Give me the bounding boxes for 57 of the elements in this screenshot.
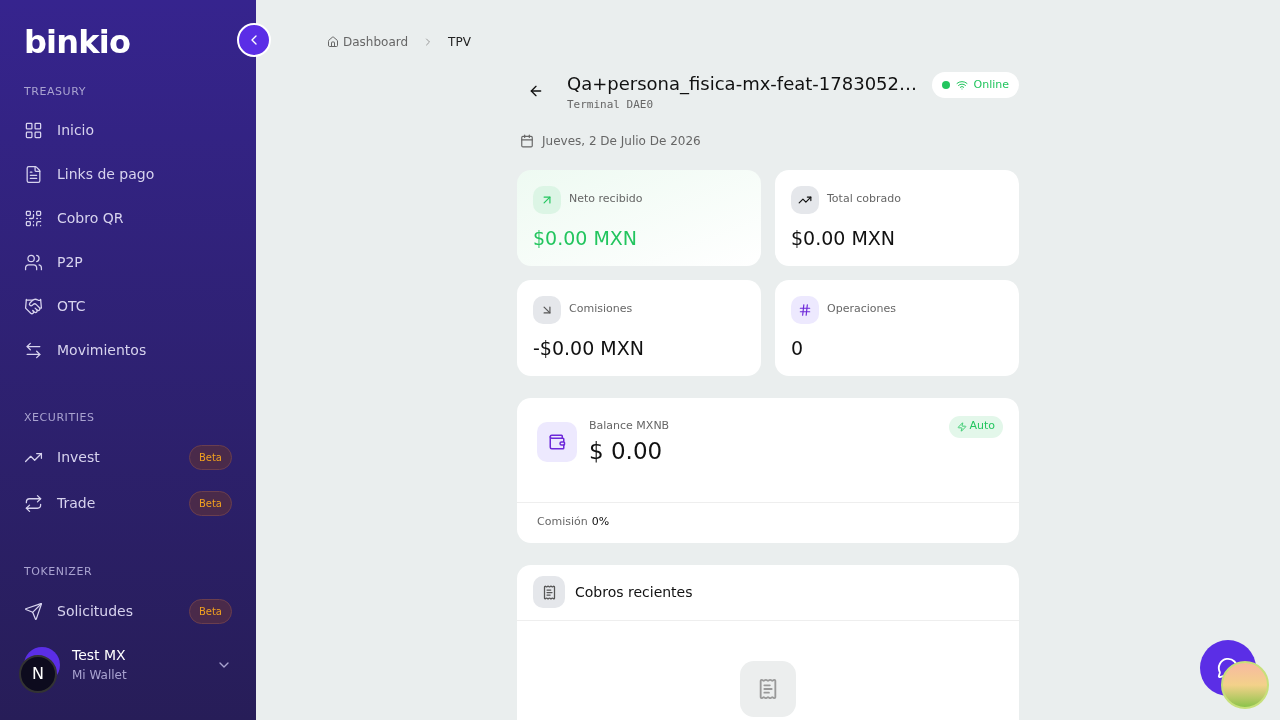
recent-title: Cobros recientes	[575, 582, 693, 602]
stat-value: -$0.00 MXN	[533, 335, 645, 361]
nav-item[interactable]: OTC	[24, 284, 232, 329]
stat-label: Comisiones	[569, 301, 633, 318]
nav-item[interactable]: Inicio	[24, 108, 232, 153]
stat-label: Neto recibido	[569, 191, 643, 208]
logo: binkio	[24, 26, 132, 58]
nav-item[interactable]: Solicitudes Beta	[24, 588, 232, 635]
nav-item[interactable]: Movimientos	[24, 328, 232, 373]
terminal-subtitle: Terminal DAE0	[567, 97, 655, 113]
receipt-icon	[541, 584, 557, 600]
beta-badge: Beta	[188, 599, 232, 624]
stat-value: $0.00 MXN	[533, 225, 639, 251]
breadcrumb-current: TPV	[448, 34, 471, 51]
document-icon	[24, 165, 43, 184]
nav-item[interactable]: P2P	[24, 240, 232, 285]
hash-icon	[798, 302, 812, 317]
nav-item[interactable]: Cobro QR	[24, 196, 232, 241]
terminal-title: Qa+persona_fisica-mx-feat-1783052…	[567, 72, 918, 97]
home-icon	[327, 36, 339, 48]
grid-icon	[24, 121, 43, 140]
beta-badge: Beta	[188, 490, 232, 516]
auto-badge: Auto	[949, 415, 1003, 438]
arrows-icon	[24, 341, 43, 360]
stat-label: Operaciones	[827, 301, 896, 318]
receipt-icon	[757, 677, 779, 700]
stat-label: Total cobrado	[827, 191, 901, 208]
collapse-button[interactable]	[237, 23, 271, 57]
nav-item[interactable]: Invest Beta	[24, 434, 232, 480]
status-badge: Online	[931, 72, 1019, 98]
qr-code-icon	[24, 209, 43, 228]
section-title: XECURITIES	[24, 409, 96, 426]
section-title: TOKENIZER	[24, 564, 94, 580]
nav-item[interactable]: Links de pago	[24, 152, 232, 197]
fee-label: Comisión	[537, 514, 588, 531]
users-icon	[24, 253, 43, 272]
swap-arrows-icon	[24, 493, 43, 513]
handshake-icon	[24, 297, 43, 316]
calendar-icon	[520, 133, 534, 148]
user-name: Test MX	[72, 646, 127, 665]
paper-plane-icon	[24, 602, 43, 621]
wallet-icon	[548, 432, 566, 451]
breadcrumb-link[interactable]: Dashboard	[327, 33, 409, 51]
island-picture-placeholder	[1221, 661, 1269, 709]
beta-badge: Beta	[188, 444, 232, 470]
date: Jueves, 2 De Julio De 2026	[542, 132, 701, 150]
balance-value: $ 0.00	[589, 437, 664, 466]
section-title: TREASURY	[24, 84, 87, 100]
wifi-icon	[955, 79, 968, 91]
user-subtitle: Mi Wallet	[72, 667, 128, 684]
stat-value: 0	[791, 335, 805, 361]
fee-value: 0%	[591, 514, 610, 531]
lightning-icon	[957, 421, 968, 432]
balance-label: Balance MXNB	[589, 417, 671, 434]
nav-item[interactable]: Trade Beta	[24, 480, 232, 526]
stat-value: $0.00 MXN	[791, 225, 897, 251]
dev-badge[interactable]: N	[19, 655, 57, 693]
